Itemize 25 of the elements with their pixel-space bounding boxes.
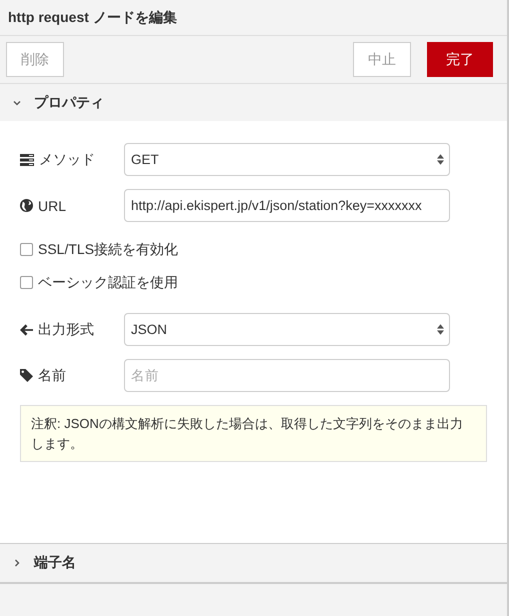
field-label: 出力形式: [38, 320, 94, 338]
select-field[interactable]: JSON: [124, 313, 450, 346]
checkbox[interactable]: [20, 243, 33, 256]
checkbox[interactable]: [20, 276, 33, 289]
checkbox-label: SSL/TLS接続を有効化: [38, 240, 178, 258]
field-label: メソッド: [39, 150, 95, 168]
field-label: 名前: [38, 366, 66, 384]
checkbox-label: ベーシック認証を使用: [38, 274, 178, 292]
section-title: 端子名: [34, 554, 76, 572]
window-title: http request ノードを編集: [8, 8, 177, 26]
note-text: 注釈: JSONの構文解析に失敗した場合は、取得した文字列をそのまま出力します。: [20, 405, 487, 462]
tag-icon: [20, 369, 33, 382]
input-field[interactable]: http://api.ekispert.jp/v1/json/station?key=xxxxxxx: [124, 189, 450, 222]
field-label: URL: [38, 198, 66, 214]
section-header[interactable]: 端子名: [0, 543, 507, 584]
select-field[interactable]: GET: [124, 143, 450, 176]
sort-arrows-icon: [437, 324, 444, 335]
globe-icon: [20, 199, 33, 212]
sort-arrows-icon: [437, 154, 444, 165]
chevron-icon: [12, 558, 22, 568]
list-icon: [20, 154, 34, 166]
section-header[interactable]: プロパティ: [0, 84, 507, 121]
section-title: プロパティ: [34, 94, 104, 112]
dialog-button[interactable]: 完了: [427, 42, 493, 77]
arrow-left-icon: [20, 324, 33, 336]
